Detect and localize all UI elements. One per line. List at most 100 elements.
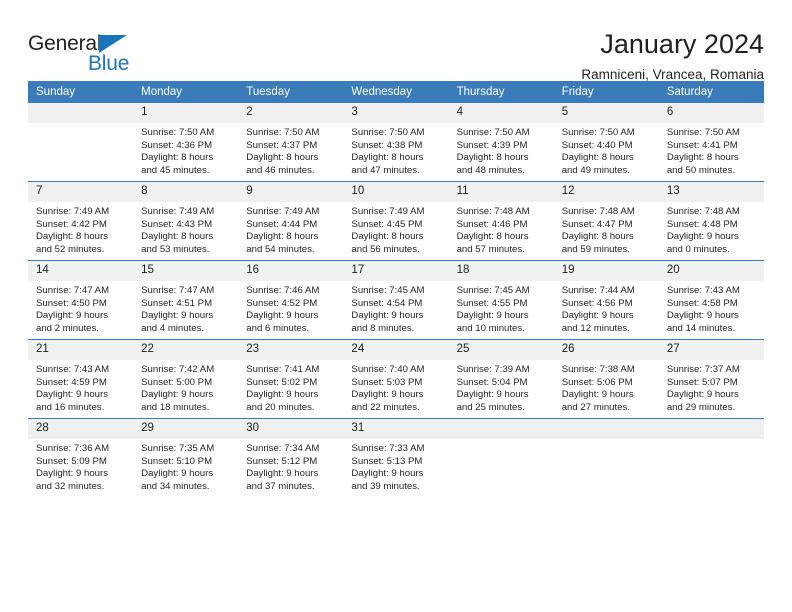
day-details: Sunrise: 7:37 AM Sunset: 5:07 PM Daylight:… xyxy=(659,360,764,414)
daylight-duration-line1: Daylight: 9 hours xyxy=(246,468,319,480)
daylight-duration-line1: Daylight: 9 hours xyxy=(36,310,108,322)
day-number xyxy=(658,419,764,439)
calendar-day-cell[interactable]: 31 Sunrise: 7:33 AM Sunset: 5:13 PM Dayligh… xyxy=(343,418,449,497)
calendar-day-cell[interactable]: 3 Sunrise: 7:50 AM Sunset: 4:38 PM Daylight… xyxy=(343,103,449,182)
sunset-time: Sunset: 5:04 PM xyxy=(456,376,528,388)
calendar-day-cell[interactable]: 23 Sunrise: 7:41 AM Sunset: 5:02 PM Dayligh… xyxy=(238,339,344,419)
calendar-day-cell[interactable]: 17 Sunrise: 7:45 AM Sunset: 4:54 PM Dayligh… xyxy=(343,260,449,340)
calendar-day-cell[interactable]: 24 Sunrise: 7:40 AM Sunset: 5:03 PM Dayligh… xyxy=(343,339,449,419)
sunset-time: Sunset: 5:00 PM xyxy=(141,376,213,388)
logo-text-blue: Blue xyxy=(88,52,130,75)
sunset-time: Sunset: 4:40 PM xyxy=(561,139,633,151)
day-number: 6 xyxy=(658,103,764,123)
daylight-duration-line1: Daylight: 9 hours xyxy=(36,468,108,480)
daylight-duration-line1: Daylight: 9 hours xyxy=(246,310,319,322)
day-number xyxy=(448,419,554,439)
day-number: 5 xyxy=(553,103,659,123)
day-details: Sunrise: 7:50 AM Sunset: 4:36 PM Daylight:… xyxy=(133,123,238,177)
calendar-day-cell[interactable]: 7 Sunrise: 7:49 AM Sunset: 4:42 PM Daylight… xyxy=(28,181,134,261)
daylight-duration-line2: and 12 minutes. xyxy=(561,322,630,334)
day-details: Sunrise: 7:50 AM Sunset: 4:41 PM Daylight:… xyxy=(659,123,764,177)
day-details: Sunrise: 7:39 AM Sunset: 5:04 PM Daylight:… xyxy=(449,360,554,414)
daylight-duration-line1: Daylight: 9 hours xyxy=(141,468,214,480)
daylight-duration-line2: and 52 minutes. xyxy=(36,243,105,255)
daylight-duration-line2: and 25 minutes. xyxy=(456,401,525,413)
sunrise-time: Sunrise: 7:49 AM xyxy=(141,206,215,217)
sunrise-time: Sunrise: 7:43 AM xyxy=(36,364,110,375)
calendar-day-cell[interactable]: 18 Sunrise: 7:45 AM Sunset: 4:55 PM Dayligh… xyxy=(448,260,554,340)
calendar-body: 1 Sunrise: 7:50 AM Sunset: 4:36 PM Daylight… xyxy=(28,103,764,497)
calendar-day-cell[interactable]: 1 Sunrise: 7:50 AM Sunset: 4:36 PM Daylight… xyxy=(133,103,239,182)
calendar-day-cell[interactable]: 26 Sunrise: 7:38 AM Sunset: 5:06 PM Dayligh… xyxy=(553,339,659,419)
calendar-day-cell[interactable]: 13 Sunrise: 7:48 AM Sunset: 4:48 PM Dayligh… xyxy=(658,181,764,261)
calendar-day-cell[interactable]: 9 Sunrise: 7:49 AM Sunset: 4:44 PM Daylight… xyxy=(238,181,344,261)
calendar-day-cell[interactable]: 2 Sunrise: 7:50 AM Sunset: 4:37 PM Daylight… xyxy=(238,103,344,182)
calendar-day-cell[interactable]: 4 Sunrise: 7:50 AM Sunset: 4:39 PM Daylight… xyxy=(448,103,554,182)
calendar-day-cell[interactable]: 22 Sunrise: 7:42 AM Sunset: 5:00 PM Dayligh… xyxy=(133,339,239,419)
calendar-day-cell[interactable]: 25 Sunrise: 7:39 AM Sunset: 5:04 PM Dayligh… xyxy=(448,339,554,419)
calendar-day-cell[interactable]: 5 Sunrise: 7:50 AM Sunset: 4:40 PM Daylight… xyxy=(553,103,659,182)
daylight-duration-line2: and 59 minutes. xyxy=(561,243,630,255)
sunrise-time: Sunrise: 7:45 AM xyxy=(351,285,425,296)
sunset-time: Sunset: 4:48 PM xyxy=(666,218,738,230)
daylight-duration-line2: and 22 minutes. xyxy=(351,401,420,413)
day-number: 20 xyxy=(658,261,764,281)
sunset-time: Sunset: 4:38 PM xyxy=(351,139,423,151)
daylight-duration-line2: and 34 minutes. xyxy=(141,480,210,492)
page-header: General Blue January 2024 Ramniceni, Vra… xyxy=(28,0,764,83)
calendar-day-cell[interactable]: 8 Sunrise: 7:49 AM Sunset: 4:43 PM Daylight… xyxy=(133,181,239,261)
calendar-day-cell[interactable]: 11 Sunrise: 7:48 AM Sunset: 4:46 PM Dayligh… xyxy=(448,181,554,261)
calendar-day-cell[interactable]: 21 Sunrise: 7:43 AM Sunset: 4:59 PM Dayligh… xyxy=(28,339,134,419)
sunset-time: Sunset: 4:43 PM xyxy=(141,218,213,230)
daylight-duration-line2: and 27 minutes. xyxy=(561,401,630,413)
calendar-day-cell[interactable]: 14 Sunrise: 7:47 AM Sunset: 4:50 PM Dayligh… xyxy=(28,260,134,340)
daylight-duration-line2: and 32 minutes. xyxy=(36,480,105,492)
daylight-duration-line2: and 54 minutes. xyxy=(246,243,315,255)
daylight-duration-line2: and 10 minutes. xyxy=(456,322,525,334)
sunrise-time: Sunrise: 7:38 AM xyxy=(561,364,635,375)
daylight-duration-line1: Daylight: 9 hours xyxy=(351,310,424,322)
calendar-day-cell[interactable]: 6 Sunrise: 7:50 AM Sunset: 4:41 PM Daylight… xyxy=(658,103,764,182)
day-details: Sunrise: 7:35 AM Sunset: 5:10 PM Daylight:… xyxy=(133,439,238,493)
calendar-day-cell[interactable]: 19 Sunrise: 7:44 AM Sunset: 4:56 PM Dayligh… xyxy=(553,260,659,340)
calendar-day-cell[interactable]: 20 Sunrise: 7:43 AM Sunset: 4:58 PM Dayligh… xyxy=(658,260,764,340)
weekday-header-tuesday: Tuesday xyxy=(238,81,344,103)
day-number: 17 xyxy=(343,261,449,281)
sunset-time: Sunset: 4:39 PM xyxy=(456,139,528,151)
daylight-duration-line1: Daylight: 9 hours xyxy=(561,310,634,322)
day-number xyxy=(28,103,134,123)
day-details: Sunrise: 7:41 AM Sunset: 5:02 PM Daylight:… xyxy=(238,360,343,414)
daylight-duration-line1: Daylight: 8 hours xyxy=(666,152,739,164)
daylight-duration-line1: Daylight: 9 hours xyxy=(351,468,424,480)
sunrise-time: Sunrise: 7:41 AM xyxy=(246,364,320,375)
calendar-day-cell[interactable]: 30 Sunrise: 7:34 AM Sunset: 5:12 PM Dayligh… xyxy=(238,418,344,497)
daylight-duration-line2: and 0 minutes. xyxy=(666,243,730,255)
day-number: 1 xyxy=(133,103,239,123)
sunrise-time: Sunrise: 7:47 AM xyxy=(141,285,215,296)
day-number: 14 xyxy=(28,261,134,281)
day-number: 2 xyxy=(238,103,344,123)
sunset-time: Sunset: 4:47 PM xyxy=(561,218,633,230)
daylight-duration-line1: Daylight: 9 hours xyxy=(666,231,739,243)
day-number: 27 xyxy=(658,340,764,360)
title-block: January 2024 Ramniceni, Vrancea, Romania xyxy=(148,30,764,83)
calendar-day-cell[interactable]: 16 Sunrise: 7:46 AM Sunset: 4:52 PM Dayligh… xyxy=(238,260,344,340)
daylight-duration-line1: Daylight: 8 hours xyxy=(561,152,634,164)
calendar-day-cell[interactable]: 29 Sunrise: 7:35 AM Sunset: 5:10 PM Dayligh… xyxy=(133,418,239,497)
calendar-week-row: 14 Sunrise: 7:47 AM Sunset: 4:50 PM Dayligh… xyxy=(28,260,764,340)
calendar-day-cell[interactable]: 10 Sunrise: 7:49 AM Sunset: 4:45 PM Dayligh… xyxy=(343,181,449,261)
daylight-duration-line1: Daylight: 9 hours xyxy=(666,389,739,401)
daylight-duration-line1: Daylight: 8 hours xyxy=(246,231,319,243)
daylight-duration-line2: and 20 minutes. xyxy=(246,401,315,413)
day-details: Sunrise: 7:43 AM Sunset: 4:58 PM Daylight:… xyxy=(659,281,764,335)
calendar-day-cell[interactable]: 27 Sunrise: 7:37 AM Sunset: 5:07 PM Dayligh… xyxy=(658,339,764,419)
calendar-day-cell[interactable]: 15 Sunrise: 7:47 AM Sunset: 4:51 PM Dayligh… xyxy=(133,260,239,340)
sunset-time: Sunset: 4:46 PM xyxy=(456,218,528,230)
sunset-time: Sunset: 4:44 PM xyxy=(246,218,318,230)
calendar-day-cell[interactable]: 12 Sunrise: 7:48 AM Sunset: 4:47 PM Dayligh… xyxy=(553,181,659,261)
day-details: Sunrise: 7:50 AM Sunset: 4:38 PM Daylight:… xyxy=(343,123,448,177)
daylight-duration-line1: Daylight: 8 hours xyxy=(141,231,214,243)
calendar-day-cell[interactable]: 28 Sunrise: 7:36 AM Sunset: 5:09 PM Dayligh… xyxy=(28,418,134,497)
day-details: Sunrise: 7:47 AM Sunset: 4:51 PM Daylight:… xyxy=(133,281,238,335)
daylight-duration-line2: and 37 minutes. xyxy=(246,480,315,492)
